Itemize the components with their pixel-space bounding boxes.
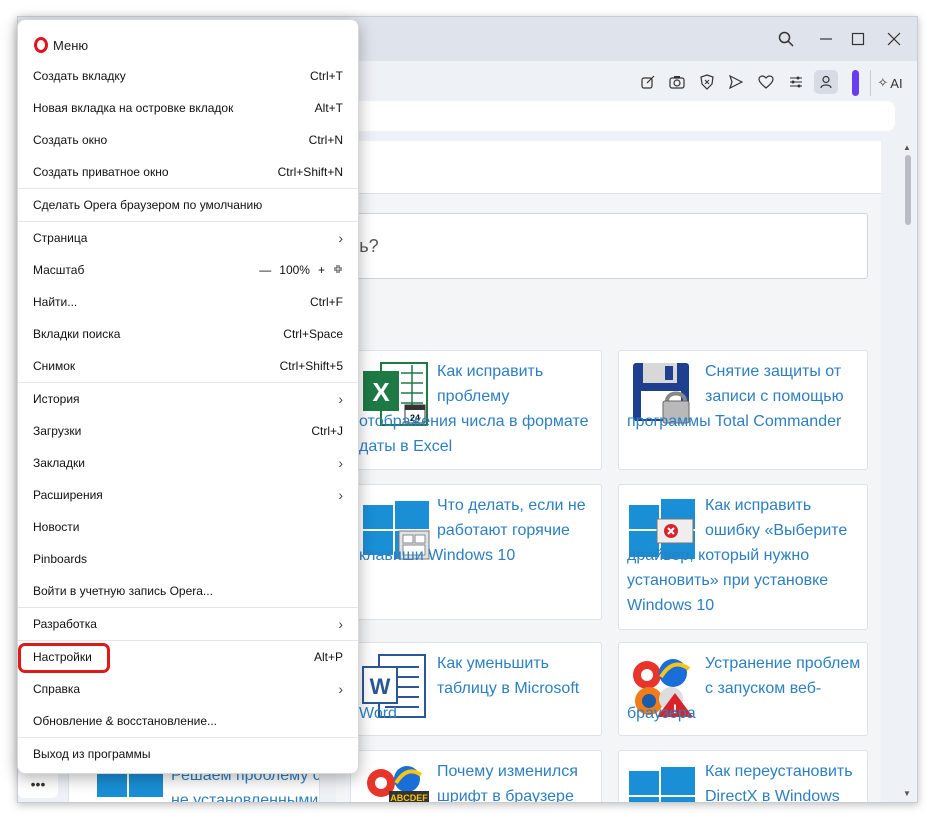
site-header — [336, 141, 881, 194]
ai-label: AI — [890, 75, 903, 91]
search-tabs-icon[interactable] — [772, 27, 800, 51]
fullscreen-icon[interactable] — [333, 263, 343, 277]
more-icon[interactable]: ••• — [18, 770, 58, 798]
menu-item-find[interactable]: Найти... Ctrl+F — [18, 287, 358, 317]
scroll-up-icon[interactable]: ▲ — [903, 143, 911, 152]
article-card-title[interactable]: Как исправить ошибку «Выберите драйвер, … — [627, 493, 861, 618]
article-card[interactable]: ! Устранение проблем с запуском веб-брау… — [618, 642, 868, 736]
menu-item-exit[interactable]: Выход из программы — [18, 739, 358, 769]
heart-icon[interactable] — [754, 70, 778, 94]
menu-item-pinboards[interactable]: Pinboards — [18, 544, 358, 574]
menu-separator — [18, 607, 358, 608]
profile-icon[interactable] — [814, 70, 838, 94]
menu-item-page[interactable]: Страница › — [18, 223, 358, 253]
article-card[interactable]: Снятие защиты от записи с помощью програ… — [618, 350, 868, 470]
zoom-value: 100% — [279, 263, 310, 277]
menu-item-news[interactable]: Новости — [18, 512, 358, 542]
chevron-right-icon: › — [338, 391, 343, 407]
menu-item-new-tab[interactable]: Создать вкладку Ctrl+T — [18, 61, 358, 91]
article-card-title[interactable]: Снятие защиты от записи с помощью програ… — [627, 359, 861, 434]
menu-item-update-recovery[interactable]: Обновление & восстановление... — [18, 706, 358, 736]
menu-title: Меню — [53, 37, 89, 53]
zoom-in-button[interactable]: + — [318, 263, 325, 277]
article-card-title[interactable]: Как уменьшить таблицу в Microsoft Word — [359, 651, 595, 726]
menu-item-help[interactable]: Справка › — [18, 674, 358, 704]
menu-separator — [18, 382, 358, 383]
chevron-right-icon: › — [338, 230, 343, 246]
easy-setup-icon[interactable] — [784, 70, 808, 94]
minimize-icon[interactable] — [812, 27, 840, 51]
site-search-box[interactable]: ить? — [336, 213, 868, 279]
menu-item-sign-in[interactable]: Войти в учетную запись Opera... — [18, 576, 358, 606]
article-card[interactable]: W Как уменьшить таблицу в Microsoft Word — [350, 642, 602, 736]
article-card-title[interactable]: Почему изменился шрифт в браузере — [359, 759, 595, 802]
ai-button[interactable]: ✧ AI — [870, 70, 909, 96]
settings-highlight-box — [18, 643, 110, 673]
menu-separator — [18, 737, 358, 738]
article-card[interactable]: Как переустановить DirectX в Windows 10 — [618, 750, 868, 802]
menu-item-new-window[interactable]: Создать окно Ctrl+N — [18, 125, 358, 155]
menu-item-history[interactable]: История › — [18, 384, 358, 414]
article-card[interactable]: Что делать, если не работают горячие кла… — [350, 484, 602, 620]
menu-separator — [18, 640, 358, 641]
aria-sidebar-indicator[interactable] — [852, 70, 859, 96]
camera-icon[interactable] — [665, 70, 689, 94]
menu-item-new-tab-island[interactable]: Новая вкладка на островке вкладок Alt+T — [18, 93, 358, 123]
page-content: ить? X 24 Как исправить проблему отображ… — [336, 141, 881, 802]
menu-item-snapshot[interactable]: Снимок Ctrl+Shift+5 — [18, 351, 358, 381]
article-card[interactable]: Как исправить ошибку «Выберите драйвер, … — [618, 484, 868, 630]
menu-item-make-default[interactable]: Сделать Opera браузером по умолчанию — [18, 190, 358, 220]
sparkle-icon: ✧ — [877, 75, 889, 90]
menu-item-zoom[interactable]: Масштаб — 100% + — [18, 255, 358, 285]
zoom-out-button[interactable]: — — [259, 263, 271, 277]
menu-item-new-private-window[interactable]: Создать приватное окно Ctrl+Shift+N — [18, 157, 358, 187]
maximize-icon[interactable] — [844, 27, 872, 51]
article-card[interactable]: X 24 Как исправить проблему отображения … — [350, 350, 602, 470]
menu-item-developer[interactable]: Разработка › — [18, 609, 358, 639]
article-card-title[interactable]: Что делать, если не работают горячие кла… — [359, 493, 595, 568]
send-icon[interactable] — [724, 70, 748, 94]
menu-header: Меню — [34, 36, 88, 54]
chevron-right-icon: › — [338, 455, 343, 471]
menu-item-extensions[interactable]: Расширения › — [18, 480, 358, 510]
scrollbar[interactable]: ▲ ▼ — [900, 141, 916, 802]
menu-separator — [18, 188, 358, 189]
article-card-title[interactable]: Как исправить проблему отображения числа… — [359, 359, 595, 459]
address-bar[interactable] — [336, 101, 895, 131]
chevron-right-icon: › — [338, 487, 343, 503]
close-icon[interactable] — [880, 27, 908, 51]
chevron-right-icon: › — [338, 616, 343, 632]
article-card-title[interactable]: Устранение проблем с запуском веб-браузе… — [627, 651, 861, 726]
article-card-title[interactable]: Как переустановить DirectX в Windows 10 — [627, 759, 861, 802]
edit-icon[interactable] — [636, 70, 660, 94]
adblock-shield-icon[interactable] — [695, 70, 719, 94]
menu-separator — [18, 221, 358, 222]
menu-item-bookmarks[interactable]: Закладки › — [18, 448, 358, 478]
scroll-thumb[interactable] — [905, 155, 911, 225]
chevron-right-icon: › — [338, 681, 343, 697]
scroll-down-icon[interactable]: ▼ — [903, 789, 911, 798]
menu-item-downloads[interactable]: Загрузки Ctrl+J — [18, 416, 358, 446]
opera-logo-icon — [34, 37, 48, 53]
menu-item-search-tabs[interactable]: Вкладки поиска Ctrl+Space — [18, 319, 358, 349]
article-card[interactable]: ABCDEF Почему изменился шрифт в браузере — [350, 750, 602, 802]
